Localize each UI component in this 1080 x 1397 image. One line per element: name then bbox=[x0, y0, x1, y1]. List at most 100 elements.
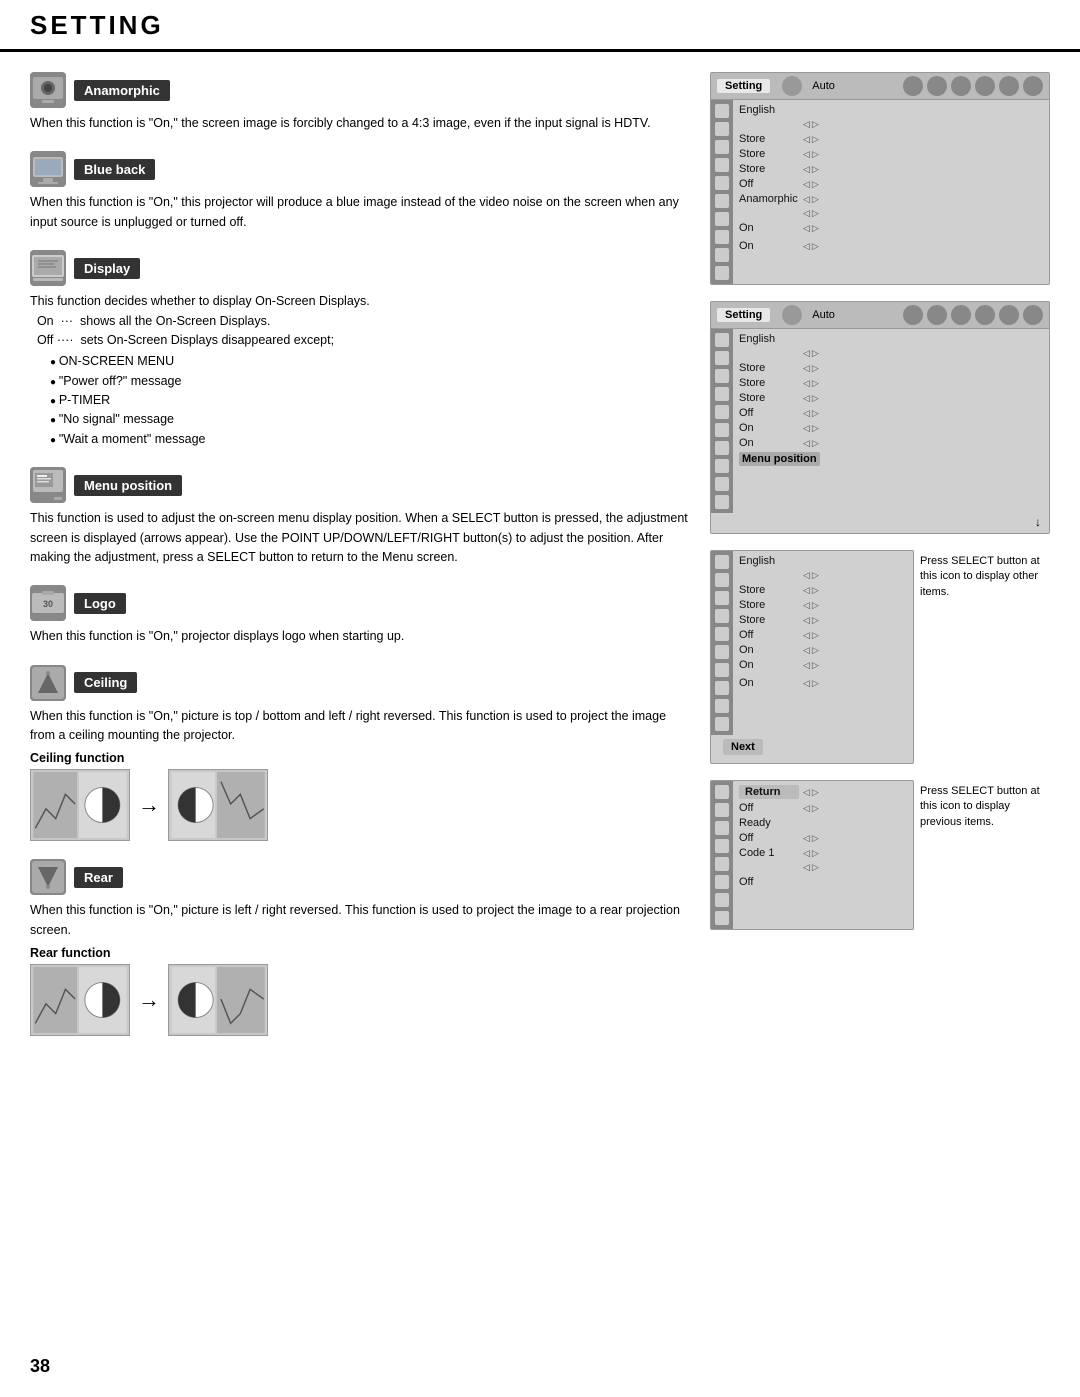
panel2-row-english: English bbox=[739, 333, 1043, 345]
panel3-sb-4 bbox=[715, 609, 729, 623]
rear-function-label: Rear function bbox=[30, 946, 690, 960]
panel1-sb-icon-9 bbox=[715, 248, 729, 262]
panel1-row-off: Off ◁▷ bbox=[739, 178, 1043, 190]
panel3-press-note: Press SELECT button at this icon to disp… bbox=[920, 554, 1050, 600]
right-column: Setting Auto bbox=[710, 72, 1050, 1054]
panel3-sb-3 bbox=[715, 591, 729, 605]
panel3-sb-9 bbox=[715, 699, 729, 713]
panel4-sb-1 bbox=[715, 785, 729, 799]
bullet-poweroff: "Power off?" message bbox=[50, 372, 690, 391]
ceiling-after-box bbox=[168, 769, 268, 841]
anamorphic-icon bbox=[30, 72, 66, 108]
bullet-ptimer: P-TIMER bbox=[50, 391, 690, 410]
panel2-row-on1: On ◁▷ bbox=[739, 422, 1043, 434]
panel2-row-on2: On ◁▷ bbox=[739, 437, 1043, 449]
panel3-sb-1 bbox=[715, 555, 729, 569]
panel1-sb-icon-3 bbox=[715, 140, 729, 154]
ceiling-before-box bbox=[30, 769, 130, 841]
ceiling-arrow: → bbox=[138, 792, 160, 818]
panel1-sb-icon-7 bbox=[715, 212, 729, 226]
panel3-row-store1: Store ◁▷ bbox=[739, 584, 907, 596]
panel3-row-off: Off ◁▷ bbox=[739, 629, 907, 641]
panel4-rows: Return ◁▷ Off ◁▷ Ready Off ◁▷ bbox=[733, 781, 913, 929]
panel2-sb-1 bbox=[715, 333, 729, 347]
blueback-body: When this function is "On," this project… bbox=[30, 193, 690, 232]
panel4-row-blank: ◁▷ bbox=[739, 862, 907, 873]
panel4-sb-8 bbox=[715, 911, 729, 925]
anamorphic-body: When this function is "On," the screen i… bbox=[30, 114, 690, 133]
panel1-top-icon-6 bbox=[1023, 76, 1043, 96]
ceiling-section: Ceiling When this function is "On," pict… bbox=[30, 665, 690, 842]
panel3-row-1: ◁▷ bbox=[739, 570, 907, 581]
panel3-sb-7 bbox=[715, 663, 729, 677]
menuposition-title: Menu position bbox=[30, 467, 690, 503]
panel4-row-off1: Off ◁▷ bbox=[739, 802, 907, 814]
logo-section: 30 Logo When this function is "On," proj… bbox=[30, 585, 690, 646]
rear-after-box bbox=[168, 964, 268, 1036]
blueback-section: Blue back When this function is "On," th… bbox=[30, 151, 690, 232]
panel2-row-off: Off ◁▷ bbox=[739, 407, 1043, 419]
rear-title: Rear bbox=[30, 859, 690, 895]
panel4-sb-7 bbox=[715, 893, 729, 907]
svg-text:30: 30 bbox=[43, 599, 53, 609]
panel4-sb-4 bbox=[715, 839, 729, 853]
panel1-setting-label: Setting bbox=[717, 79, 770, 93]
menu-panel-2-topbar: Setting Auto bbox=[711, 302, 1049, 329]
anamorphic-label: Anamorphic bbox=[74, 80, 170, 101]
menu-panel-1: Setting Auto bbox=[710, 72, 1050, 285]
panel4-sidebar bbox=[711, 781, 733, 929]
panel4-sb-2 bbox=[715, 803, 729, 817]
panel2-top-icons bbox=[903, 305, 1043, 325]
anamorphic-title: Anamorphic bbox=[30, 72, 690, 108]
panel2-top-icon-5 bbox=[999, 305, 1019, 325]
panel2-body: English ◁▷ Store ◁▷ Store ◁▷ bbox=[711, 329, 1049, 513]
panel2-sb-10 bbox=[715, 495, 729, 509]
panel2-top-icon-3 bbox=[951, 305, 971, 325]
panel1-row-on1: On ◁▷ bbox=[739, 222, 1043, 234]
panel3-container: English ◁▷ Store ◁▷ Store ◁▷ bbox=[710, 550, 1050, 764]
panel1-top-icon-5 bbox=[999, 76, 1019, 96]
rear-diagram: → bbox=[30, 964, 690, 1036]
panel3-row-on3: On ◁▷ bbox=[739, 677, 907, 689]
display-bullet-list: ON-SCREEN MENU "Power off?" message P-TI… bbox=[50, 352, 690, 449]
panel4-row-off2: Off ◁▷ bbox=[739, 832, 907, 844]
logo-title: 30 Logo bbox=[30, 585, 690, 621]
panel2-setting-label: Setting bbox=[717, 308, 770, 322]
menuposition-body: This function is used to adjust the on-s… bbox=[30, 509, 690, 567]
panel1-rows: English ◁▷ Store ◁▷ Store ◁▷ bbox=[733, 100, 1049, 284]
panel2-row-store3: Store ◁▷ bbox=[739, 392, 1043, 404]
next-button[interactable]: Next bbox=[723, 739, 763, 755]
panel3-sb-2 bbox=[715, 573, 729, 587]
bullet-onscreen: ON-SCREEN MENU bbox=[50, 352, 690, 371]
ceiling-label: Ceiling bbox=[74, 672, 137, 693]
menu-panel-4: Return ◁▷ Off ◁▷ Ready Off ◁▷ bbox=[710, 780, 914, 930]
logo-label: Logo bbox=[74, 593, 126, 614]
menu-panel-2: Setting Auto bbox=[710, 301, 1050, 534]
rear-icon bbox=[30, 859, 66, 895]
panel3-row-store2: Store ◁▷ bbox=[739, 599, 907, 611]
ceiling-icon bbox=[30, 665, 66, 701]
panel1-top-icon-4 bbox=[975, 76, 995, 96]
panel2-sb-7 bbox=[715, 441, 729, 455]
panel2-rows: English ◁▷ Store ◁▷ Store ◁▷ bbox=[733, 329, 1049, 513]
logo-icon: 30 bbox=[30, 585, 66, 621]
panel1-sb-icon-4 bbox=[715, 158, 729, 172]
panel1-row-anamorphic: Anamorphic ◁▷ bbox=[739, 193, 1043, 205]
logo-body: When this function is "On," projector di… bbox=[30, 627, 690, 646]
blueback-title: Blue back bbox=[30, 151, 690, 187]
panel2-sidebar bbox=[711, 329, 733, 513]
panel2-sb-3 bbox=[715, 369, 729, 383]
ceiling-body: When this function is "On," picture is t… bbox=[30, 707, 690, 746]
menuposition-label: Menu position bbox=[74, 475, 182, 496]
panel2-row-store1: Store ◁▷ bbox=[739, 362, 1043, 374]
panel3-sb-6 bbox=[715, 645, 729, 659]
panel1-body: English ◁▷ Store ◁▷ Store ◁▷ bbox=[711, 100, 1049, 284]
panel2-sb-8 bbox=[715, 459, 729, 473]
panel2-row-menupos: Menu position bbox=[739, 452, 1043, 466]
menuposition-icon bbox=[30, 467, 66, 503]
panel3-body: English ◁▷ Store ◁▷ Store ◁▷ bbox=[711, 551, 913, 735]
rear-label: Rear bbox=[74, 867, 123, 888]
panel2-sb-5 bbox=[715, 405, 729, 419]
panel1-row-1: ◁▷ bbox=[739, 119, 1043, 130]
page-title: SETTING bbox=[30, 10, 1050, 41]
